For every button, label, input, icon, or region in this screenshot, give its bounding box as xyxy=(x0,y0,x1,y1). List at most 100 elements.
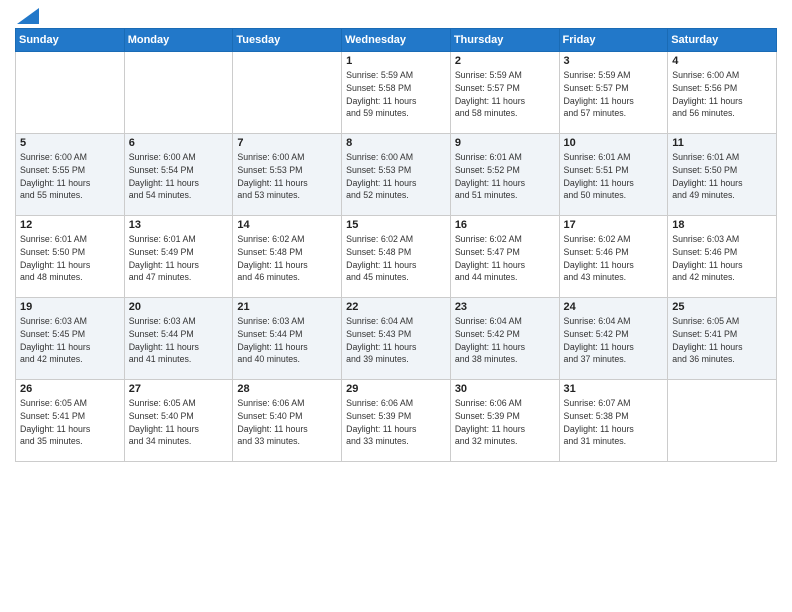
weekday-header-row: SundayMondayTuesdayWednesdayThursdayFrid… xyxy=(16,29,777,52)
day-info: Sunrise: 6:02 AM Sunset: 5:46 PM Dayligh… xyxy=(564,233,664,284)
day-number: 14 xyxy=(237,219,337,231)
calendar-cell: 29Sunrise: 6:06 AM Sunset: 5:39 PM Dayli… xyxy=(342,380,451,462)
day-number: 12 xyxy=(20,219,120,231)
day-number: 5 xyxy=(20,137,120,149)
calendar-table: SundayMondayTuesdayWednesdayThursdayFrid… xyxy=(15,28,777,462)
calendar-cell: 6Sunrise: 6:00 AM Sunset: 5:54 PM Daylig… xyxy=(124,134,233,216)
calendar-cell: 25 Sunrise: 6:05 AM Sunset: 5:41 PM Dayli… xyxy=(668,298,777,380)
calendar-cell: 3Sunrise: 5:59 AM Sunset: 5:57 PM Daylig… xyxy=(559,52,668,134)
calendar-cell xyxy=(124,52,233,134)
day-info: Sunrise: 6:01 AM Sunset: 5:52 PM Dayligh… xyxy=(455,151,555,202)
day-number: 31 xyxy=(564,383,664,395)
calendar-cell: 15 Sunrise: 6:02 AM Sunset: 5:48 PM Dayli… xyxy=(342,216,451,298)
weekday-header-cell: Saturday xyxy=(668,29,777,52)
weekday-header-cell: Friday xyxy=(559,29,668,52)
calendar-cell: 26 Sunrise: 6:05 AM Sunset: 5:41 PM Dayli… xyxy=(16,380,125,462)
calendar-week-row: 12 Sunrise: 6:01 AM Sunset: 5:50 PM Dayli… xyxy=(16,216,777,298)
calendar-cell: 14 Sunrise: 6:02 AM Sunset: 5:48 PM Dayli… xyxy=(233,216,342,298)
day-info: Sunrise: 6:04 AM Sunset: 5:42 PM Dayligh… xyxy=(564,315,664,366)
day-info: Sunrise: 6:05 AM Sunset: 5:41 PM Dayligh… xyxy=(20,397,120,448)
day-number: 28 xyxy=(237,383,337,395)
day-number: 11 xyxy=(672,137,772,149)
weekday-header-cell: Tuesday xyxy=(233,29,342,52)
day-info: Sunrise: 6:05 AM Sunset: 5:40 PM Dayligh… xyxy=(129,397,229,448)
day-info: Sunrise: 6:01 AM Sunset: 5:50 PM Dayligh… xyxy=(672,151,772,202)
calendar-cell: 2 Sunrise: 5:59 AM Sunset: 5:57 PM Daylig… xyxy=(450,52,559,134)
calendar-cell: 8 Sunrise: 6:00 AM Sunset: 5:53 PM Daylig… xyxy=(342,134,451,216)
calendar-cell: 16Sunrise: 6:02 AM Sunset: 5:47 PM Dayli… xyxy=(450,216,559,298)
day-number: 15 xyxy=(346,219,446,231)
day-info: Sunrise: 6:02 AM Sunset: 5:48 PM Dayligh… xyxy=(237,233,337,284)
calendar-cell: 20 Sunrise: 6:03 AM Sunset: 5:44 PM Dayli… xyxy=(124,298,233,380)
day-number: 10 xyxy=(564,137,664,149)
day-number: 9 xyxy=(455,137,555,149)
calendar-cell: 18 Sunrise: 6:03 AM Sunset: 5:46 PM Dayli… xyxy=(668,216,777,298)
day-number: 30 xyxy=(455,383,555,395)
calendar-week-row: 26 Sunrise: 6:05 AM Sunset: 5:41 PM Dayli… xyxy=(16,380,777,462)
day-number: 21 xyxy=(237,301,337,313)
calendar-page: SundayMondayTuesdayWednesdayThursdayFrid… xyxy=(0,0,792,612)
day-info: Sunrise: 6:03 AM Sunset: 5:44 PM Dayligh… xyxy=(237,315,337,366)
calendar-cell: 24 Sunrise: 6:04 AM Sunset: 5:42 PM Dayli… xyxy=(559,298,668,380)
day-info: Sunrise: 6:01 AM Sunset: 5:49 PM Dayligh… xyxy=(129,233,229,284)
day-info: Sunrise: 6:00 AM Sunset: 5:55 PM Dayligh… xyxy=(20,151,120,202)
calendar-cell: 9 Sunrise: 6:01 AM Sunset: 5:52 PM Daylig… xyxy=(450,134,559,216)
day-number: 22 xyxy=(346,301,446,313)
calendar-cell: 17 Sunrise: 6:02 AM Sunset: 5:46 PM Dayli… xyxy=(559,216,668,298)
day-info: Sunrise: 6:04 AM Sunset: 5:42 PM Dayligh… xyxy=(455,315,555,366)
day-info: Sunrise: 6:03 AM Sunset: 5:45 PM Dayligh… xyxy=(20,315,120,366)
weekday-header-cell: Monday xyxy=(124,29,233,52)
calendar-body: 1 Sunrise: 5:59 AM Sunset: 5:58 PM Daylig… xyxy=(16,52,777,462)
day-number: 18 xyxy=(672,219,772,231)
day-number: 25 xyxy=(672,301,772,313)
day-info: Sunrise: 6:07 AM Sunset: 5:38 PM Dayligh… xyxy=(564,397,664,448)
calendar-cell: 11 Sunrise: 6:01 AM Sunset: 5:50 PM Dayli… xyxy=(668,134,777,216)
logo xyxy=(15,10,39,20)
day-info: Sunrise: 6:06 AM Sunset: 5:39 PM Dayligh… xyxy=(455,397,555,448)
calendar-week-row: 1 Sunrise: 5:59 AM Sunset: 5:58 PM Daylig… xyxy=(16,52,777,134)
day-info: Sunrise: 5:59 AM Sunset: 5:58 PM Dayligh… xyxy=(346,69,446,120)
logo-icon xyxy=(17,8,39,24)
calendar-cell xyxy=(233,52,342,134)
calendar-cell: 23Sunrise: 6:04 AM Sunset: 5:42 PM Dayli… xyxy=(450,298,559,380)
calendar-cell: 28 Sunrise: 6:06 AM Sunset: 5:40 PM Dayli… xyxy=(233,380,342,462)
day-info: Sunrise: 6:06 AM Sunset: 5:40 PM Dayligh… xyxy=(237,397,337,448)
calendar-cell: 4Sunrise: 6:00 AM Sunset: 5:56 PM Daylig… xyxy=(668,52,777,134)
day-number: 13 xyxy=(129,219,229,231)
weekday-header-cell: Wednesday xyxy=(342,29,451,52)
day-number: 2 xyxy=(455,55,555,67)
calendar-cell: 22Sunrise: 6:04 AM Sunset: 5:43 PM Dayli… xyxy=(342,298,451,380)
calendar-cell xyxy=(16,52,125,134)
calendar-cell: 21 Sunrise: 6:03 AM Sunset: 5:44 PM Dayli… xyxy=(233,298,342,380)
day-info: Sunrise: 6:02 AM Sunset: 5:47 PM Dayligh… xyxy=(455,233,555,284)
day-number: 7 xyxy=(237,137,337,149)
day-info: Sunrise: 5:59 AM Sunset: 5:57 PM Dayligh… xyxy=(455,69,555,120)
calendar-cell xyxy=(668,380,777,462)
day-info: Sunrise: 6:03 AM Sunset: 5:46 PM Dayligh… xyxy=(672,233,772,284)
day-number: 19 xyxy=(20,301,120,313)
day-info: Sunrise: 6:02 AM Sunset: 5:48 PM Dayligh… xyxy=(346,233,446,284)
day-number: 24 xyxy=(564,301,664,313)
day-info: Sunrise: 6:03 AM Sunset: 5:44 PM Dayligh… xyxy=(129,315,229,366)
calendar-cell: 12 Sunrise: 6:01 AM Sunset: 5:50 PM Dayli… xyxy=(16,216,125,298)
day-info: Sunrise: 6:00 AM Sunset: 5:53 PM Dayligh… xyxy=(346,151,446,202)
day-number: 26 xyxy=(20,383,120,395)
day-number: 1 xyxy=(346,55,446,67)
calendar-cell: 27Sunrise: 6:05 AM Sunset: 5:40 PM Dayli… xyxy=(124,380,233,462)
calendar-week-row: 19 Sunrise: 6:03 AM Sunset: 5:45 PM Dayli… xyxy=(16,298,777,380)
calendar-cell: 19 Sunrise: 6:03 AM Sunset: 5:45 PM Dayli… xyxy=(16,298,125,380)
day-number: 8 xyxy=(346,137,446,149)
header xyxy=(15,10,777,20)
calendar-week-row: 5 Sunrise: 6:00 AM Sunset: 5:55 PM Daylig… xyxy=(16,134,777,216)
day-number: 29 xyxy=(346,383,446,395)
day-number: 17 xyxy=(564,219,664,231)
calendar-cell: 30 Sunrise: 6:06 AM Sunset: 5:39 PM Dayli… xyxy=(450,380,559,462)
calendar-cell: 1 Sunrise: 5:59 AM Sunset: 5:58 PM Daylig… xyxy=(342,52,451,134)
day-info: Sunrise: 5:59 AM Sunset: 5:57 PM Dayligh… xyxy=(564,69,664,120)
calendar-cell: 31 Sunrise: 6:07 AM Sunset: 5:38 PM Dayli… xyxy=(559,380,668,462)
day-info: Sunrise: 6:00 AM Sunset: 5:54 PM Dayligh… xyxy=(129,151,229,202)
weekday-header-cell: Sunday xyxy=(16,29,125,52)
day-info: Sunrise: 6:05 AM Sunset: 5:41 PM Dayligh… xyxy=(672,315,772,366)
day-info: Sunrise: 6:01 AM Sunset: 5:50 PM Dayligh… xyxy=(20,233,120,284)
day-number: 20 xyxy=(129,301,229,313)
